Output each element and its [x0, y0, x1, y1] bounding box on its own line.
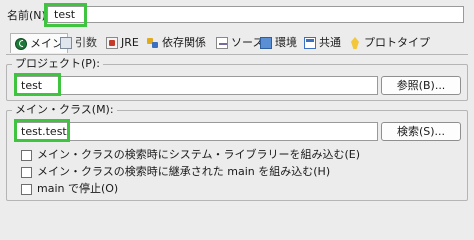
tab-common[interactable]: 共通 [304, 34, 341, 52]
checkbox[interactable] [21, 166, 32, 178]
project-group: プロジェクト(P): test 参照(B)... [6, 57, 468, 101]
common-icon [304, 37, 316, 49]
main-class-input[interactable]: test.test [14, 122, 378, 141]
prototype-icon [349, 37, 361, 49]
checkbox-label: main で停止(O) [37, 182, 119, 195]
tab-label: 引数 [75, 36, 97, 49]
tab-bar: メイン 引数 JRE 依存関係 ソース 環境 共通 プロトタイプ [6, 32, 468, 55]
tab-label: 環境 [275, 36, 297, 49]
name-label: 名前(N) [7, 9, 46, 22]
jre-icon [106, 37, 118, 49]
browse-button[interactable]: 参照(B)... [381, 76, 461, 95]
project-legend: プロジェクト(P): [12, 57, 103, 71]
include-system-libraries-option[interactable]: メイン・クラスの検索時にシステム・ライブラリーを組み込む(E) [21, 148, 360, 162]
main-icon [15, 37, 27, 50]
tab-source[interactable]: ソース [216, 34, 263, 52]
project-input[interactable]: test [14, 76, 378, 95]
tab-label: メイン [30, 36, 63, 50]
main-class-legend: メイン・クラス(M): [12, 103, 117, 117]
tab-jre[interactable]: JRE [106, 34, 139, 52]
source-icon [216, 37, 228, 49]
tab-label: JRE [121, 36, 139, 49]
checkbox-label: メイン・クラスの検索時にシステム・ライブラリーを組み込む(E) [37, 148, 360, 161]
name-input[interactable]: test [47, 6, 464, 23]
tab-dependencies[interactable]: 依存関係 [147, 34, 206, 52]
tab-label: プロトタイプ [364, 36, 430, 49]
tab-label: 依存関係 [162, 36, 206, 49]
environment-icon [260, 37, 272, 49]
checkbox[interactable] [21, 183, 32, 195]
tab-arguments[interactable]: 引数 [60, 34, 97, 52]
checkbox[interactable] [21, 149, 32, 161]
dependencies-icon [147, 37, 159, 49]
tab-label: ソース [231, 36, 264, 49]
stop-in-main-option[interactable]: main で停止(O) [21, 182, 118, 196]
tab-environment[interactable]: 環境 [260, 34, 297, 52]
checkbox-label: メイン・クラスの検索時に継承された main を組み込む(H) [37, 165, 331, 178]
arguments-icon [60, 37, 72, 49]
tab-prototype[interactable]: プロトタイプ [349, 34, 430, 52]
include-inherited-main-option[interactable]: メイン・クラスの検索時に継承された main を組み込む(H) [21, 165, 330, 179]
tab-label: 共通 [319, 36, 341, 49]
search-button[interactable]: 検索(S)... [381, 122, 461, 141]
main-class-group: メイン・クラス(M): test.test 検索(S)... メイン・クラスの検… [6, 103, 468, 201]
